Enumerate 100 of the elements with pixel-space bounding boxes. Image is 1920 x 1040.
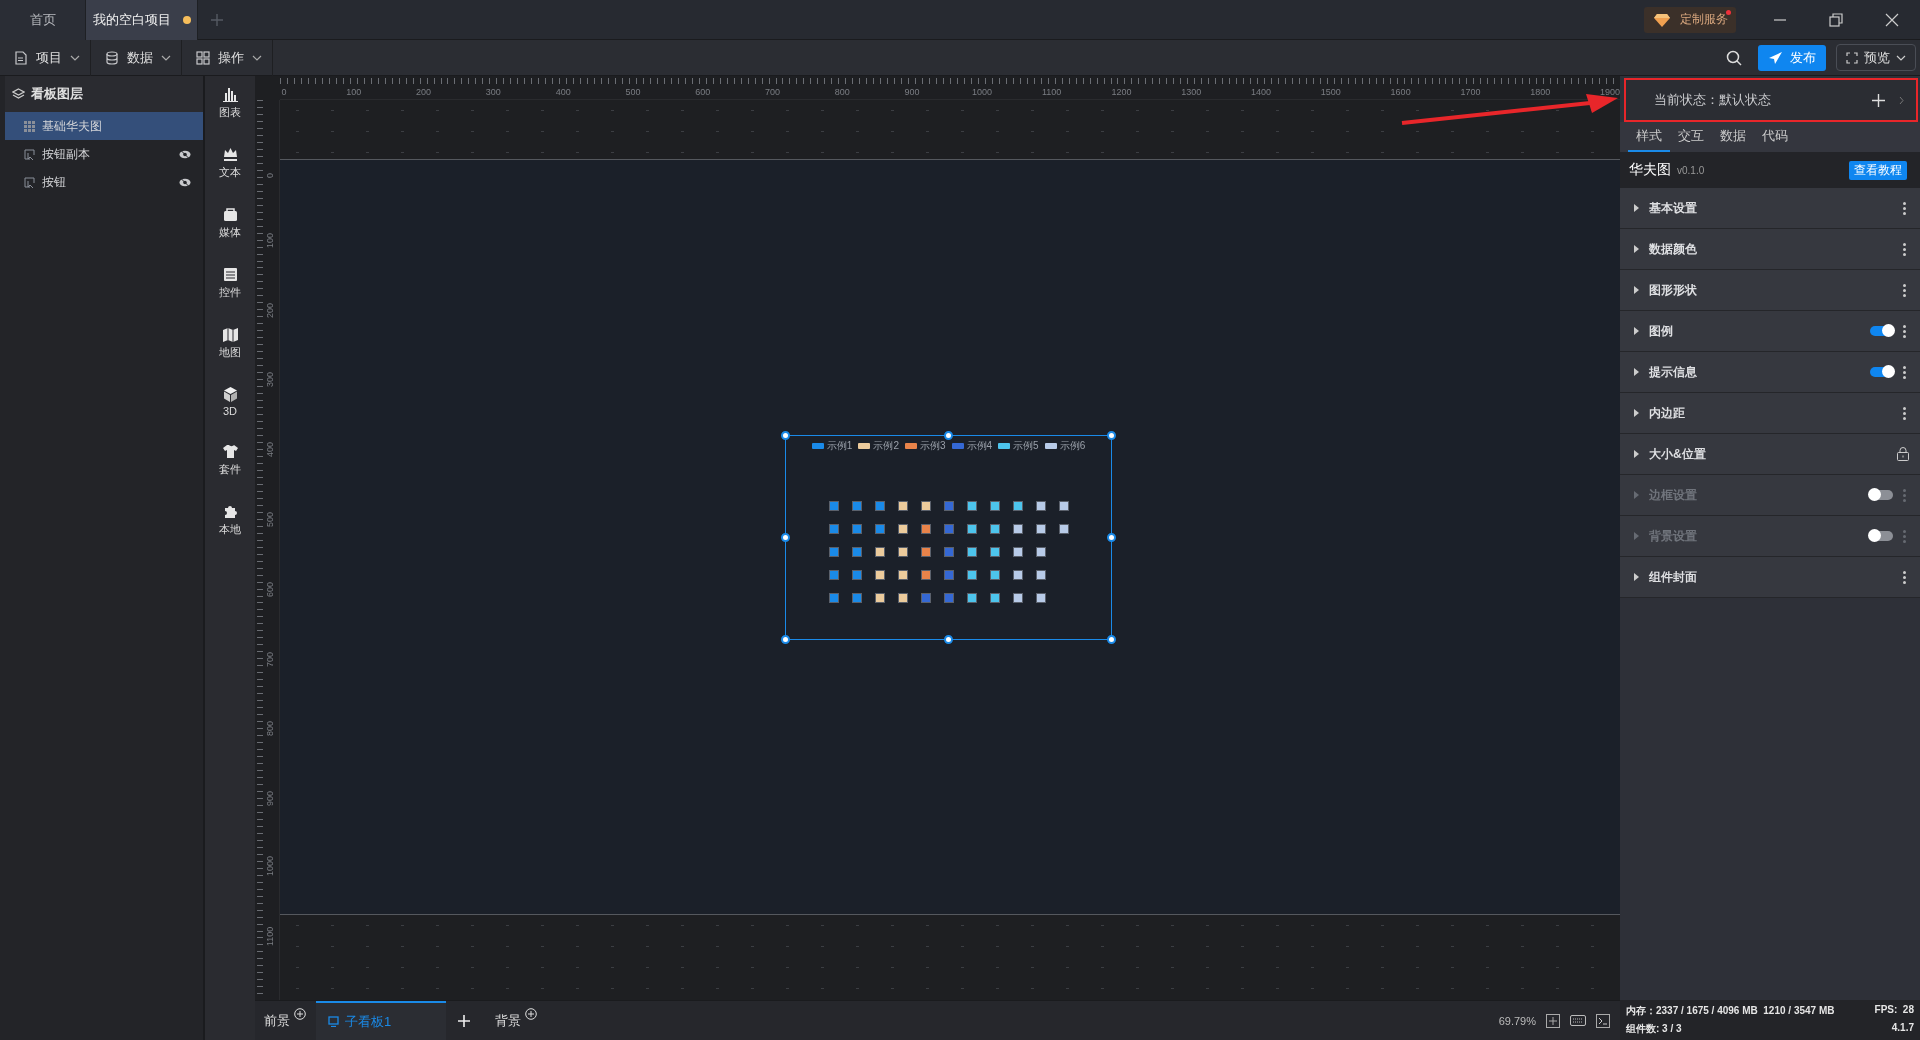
close-icon[interactable] <box>1885 12 1899 27</box>
layer-item[interactable]: 基础华夫图 <box>5 112 203 140</box>
settings-section[interactable]: 基本设置 <box>1620 188 1920 229</box>
tool-button[interactable]: 3D <box>221 386 239 417</box>
settings-section[interactable]: 组件封面 <box>1620 557 1920 598</box>
settings-section[interactable]: 图例 <box>1620 311 1920 352</box>
ruler-label: 1100 <box>265 926 275 946</box>
caret-right-icon <box>1634 368 1639 376</box>
ruler-label: 700 <box>265 651 275 667</box>
ruler-label: 1600 <box>1390 87 1411 97</box>
settings-section[interactable]: 数据颜色 <box>1620 229 1920 270</box>
layer-item[interactable]: 按钮 <box>5 168 203 196</box>
settings-section[interactable]: 提示信息 <box>1620 352 1920 393</box>
tool-button[interactable]: 图表 <box>219 86 241 120</box>
more-icon[interactable] <box>1903 201 1906 215</box>
ruler-label: 900 <box>904 87 920 97</box>
crown-icon <box>221 146 239 163</box>
ruler-label: 900 <box>265 791 275 807</box>
zoom-level: 69.79% <box>1498 1014 1536 1027</box>
title-tab[interactable]: 首页 <box>0 0 86 40</box>
more-icon[interactable] <box>1903 570 1906 584</box>
tool-button[interactable]: 套件 <box>219 443 241 477</box>
panel-tab[interactable]: 代码 <box>1754 122 1796 152</box>
add-circle-icon[interactable] <box>294 1007 306 1020</box>
legend-label: 示例5 <box>1013 439 1039 453</box>
resize-handle[interactable] <box>781 635 790 644</box>
panel-tab[interactable]: 交互 <box>1670 122 1712 152</box>
settings-section[interactable]: 内边距 <box>1620 393 1920 434</box>
layer-item[interactable]: 按钮副本 <box>5 140 203 168</box>
board-tab[interactable]: 背景 <box>486 1000 547 1040</box>
search-icon[interactable] <box>1726 49 1742 66</box>
ruler-label: 500 <box>625 87 641 97</box>
fit-screen-icon[interactable] <box>1546 1013 1560 1028</box>
ruler-label: 500 <box>265 511 275 527</box>
caret-right-icon <box>1634 327 1639 335</box>
resize-handle[interactable] <box>944 431 953 440</box>
ruler-label: 0 <box>281 87 287 97</box>
add-board-icon[interactable] <box>458 1014 470 1027</box>
ruler-label: 400 <box>555 87 571 97</box>
more-icon[interactable] <box>1903 324 1906 338</box>
eye-slash-icon[interactable] <box>179 177 191 187</box>
service-button[interactable]: 定制服务 <box>1644 6 1736 33</box>
tool-button[interactable]: 文本 <box>219 146 241 180</box>
ruler-label: 600 <box>695 87 711 97</box>
toggle-switch[interactable] <box>1870 326 1893 336</box>
chevron-down-icon <box>70 54 80 61</box>
eye-slash-icon[interactable] <box>179 149 191 159</box>
legend-label: 示例4 <box>966 439 993 453</box>
more-icon[interactable] <box>1903 283 1906 297</box>
lock-icon[interactable] <box>1897 447 1909 461</box>
panel-tab[interactable]: 数据 <box>1712 122 1754 152</box>
keyboard-icon[interactable] <box>1570 1015 1586 1026</box>
resize-handle[interactable] <box>781 533 790 542</box>
menu-button[interactable]: 数据 <box>91 39 182 76</box>
board-tab[interactable]: 前景 <box>255 1000 316 1040</box>
tool-button[interactable]: 媒体 <box>219 206 241 240</box>
ruler-label: 1700 <box>1460 87 1481 97</box>
more-icon[interactable] <box>1903 242 1906 256</box>
ruler-label: 1200 <box>1111 87 1132 97</box>
state-bar[interactable]: 当前状态：默认状态 <box>1624 78 1918 122</box>
legend-label: 示例3 <box>919 439 946 453</box>
menu-button[interactable]: 操作 <box>182 39 273 76</box>
resize-handle[interactable] <box>1107 431 1116 440</box>
version-label: v0.1.0 <box>1677 164 1705 176</box>
add-icon[interactable] <box>1872 93 1885 107</box>
ruler-label: 1800 <box>1530 87 1551 97</box>
resize-handle[interactable] <box>781 431 790 440</box>
tool-button[interactable]: 本地 <box>219 503 241 537</box>
map-icon <box>221 326 239 343</box>
tutorial-button[interactable]: 查看教程 <box>1849 160 1907 180</box>
terminal-icon[interactable] <box>1596 1013 1610 1028</box>
caret-right-icon <box>1634 409 1639 417</box>
cursor-box-icon <box>24 148 35 160</box>
resize-handle[interactable] <box>1107 533 1116 542</box>
more-icon[interactable] <box>1903 365 1906 379</box>
chevron-right-icon[interactable] <box>1899 95 1904 105</box>
ruler-label: 0 <box>265 173 275 178</box>
resize-handle[interactable] <box>1107 635 1116 644</box>
ruler-label: 700 <box>765 87 781 97</box>
settings-section[interactable]: 大小&位置 <box>1620 434 1920 475</box>
component-count: 组件数: 3 / 3 <box>1626 1022 1682 1036</box>
component-name: 华夫图 <box>1629 161 1671 179</box>
preview-button[interactable]: 预览 <box>1836 44 1916 71</box>
caret-right-icon <box>1634 491 1639 499</box>
shirt-icon <box>221 443 239 460</box>
ruler-label: 200 <box>416 87 432 97</box>
board-tab[interactable]: 子看板1 <box>316 1000 446 1040</box>
caret-right-icon <box>1634 286 1639 294</box>
menu-button[interactable]: 项目 <box>0 39 91 76</box>
title-tab[interactable]: 我的空白项目 <box>86 0 198 40</box>
toggle-switch[interactable] <box>1870 367 1893 377</box>
ruler-label: 300 <box>485 87 501 97</box>
publish-button[interactable]: 发布 <box>1758 44 1826 71</box>
restore-icon[interactable] <box>1829 12 1843 27</box>
tool-button[interactable]: 地图 <box>219 326 241 360</box>
resize-handle[interactable] <box>944 635 953 644</box>
tool-button[interactable]: 控件 <box>219 266 241 300</box>
more-icon[interactable] <box>1903 406 1906 420</box>
settings-section[interactable]: 图形形状 <box>1620 270 1920 311</box>
add-circle-icon[interactable] <box>525 1007 537 1020</box>
